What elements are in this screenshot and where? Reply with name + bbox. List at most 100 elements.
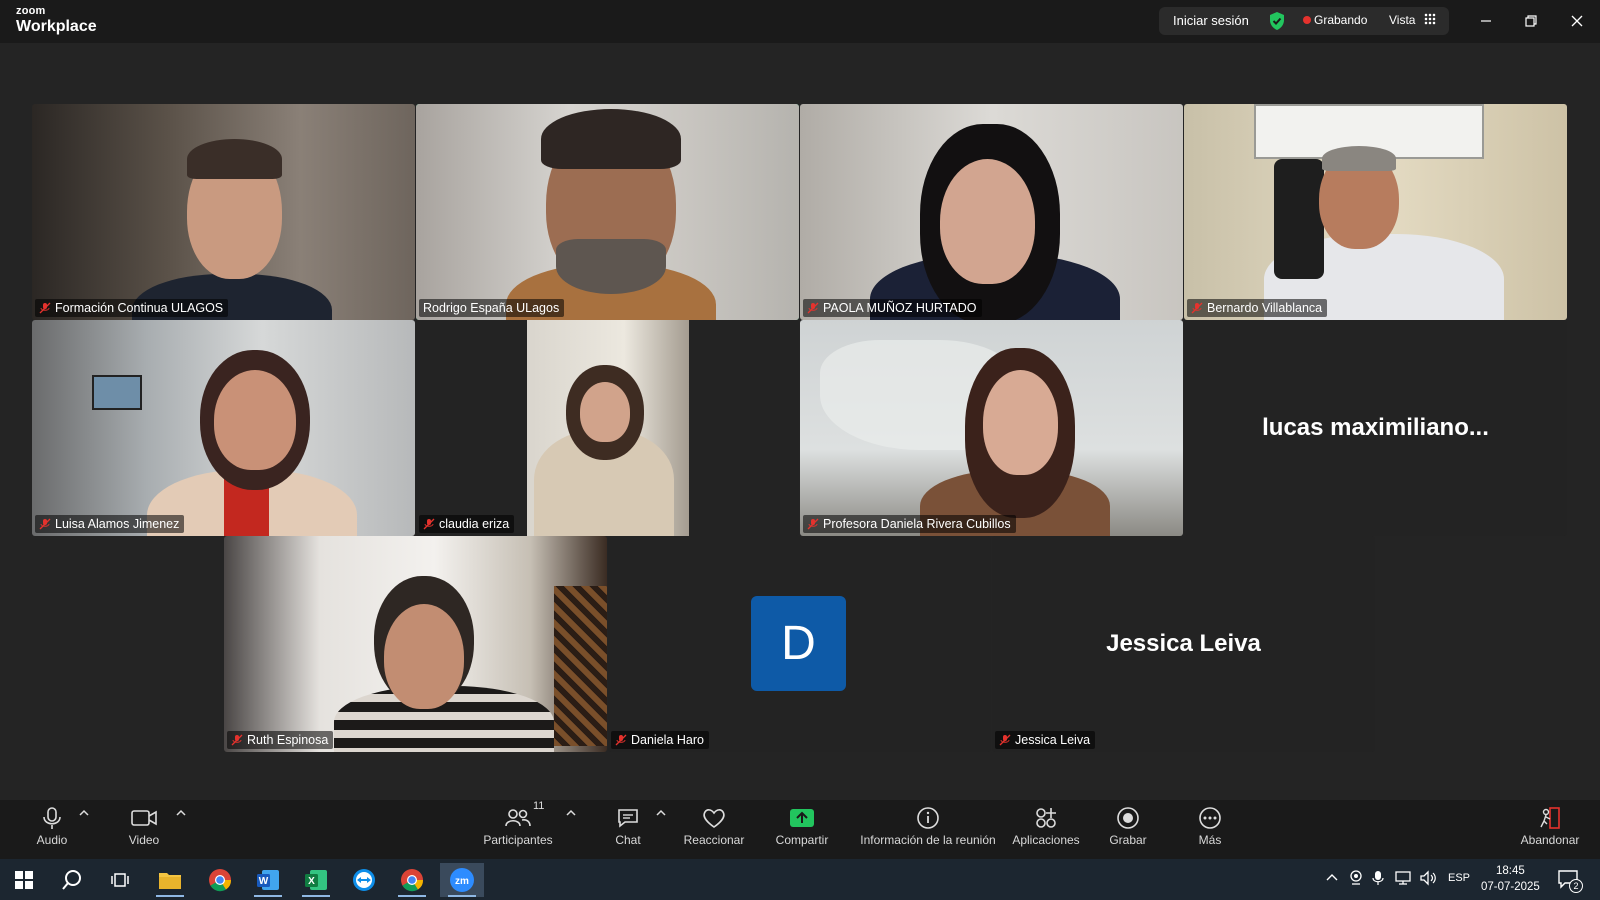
participant-name: claudia eriza [439, 517, 510, 531]
chevron-up-icon[interactable] [565, 808, 577, 818]
restore-icon[interactable] [1518, 8, 1544, 34]
svg-text:zm: zm [455, 876, 469, 887]
teamviewer-icon[interactable] [342, 863, 386, 897]
muted-mic-icon [1191, 302, 1203, 314]
participant-name: Rodrigo España ULagos [423, 301, 560, 315]
participant-name: PAOLA MUÑOZ HURTADO [823, 301, 977, 315]
record-icon [1117, 807, 1139, 829]
apps-button[interactable]: Aplicaciones [1010, 806, 1082, 847]
participants-count: 11 [533, 800, 545, 812]
participant-name: Bernardo Villablanca [1207, 301, 1323, 315]
recording-indicator[interactable]: Grabando [1314, 13, 1367, 27]
video-camera-icon [131, 810, 157, 826]
video-tile-ruth[interactable]: Ruth Espinosa [224, 536, 607, 752]
react-button[interactable]: Reaccionar [682, 806, 746, 847]
chat-icon [618, 809, 638, 828]
word-icon[interactable]: W [246, 863, 290, 897]
avatar: D [751, 596, 846, 691]
tapestry [554, 586, 607, 746]
shield-check-icon[interactable] [1268, 11, 1286, 36]
participant-name: Jessica Leiva [1015, 733, 1091, 747]
video-tile-bernardo[interactable]: Bernardo Villablanca [1184, 104, 1567, 320]
video-tile-jessica[interactable]: Jessica Leiva Jessica Leiva [992, 536, 1375, 752]
svg-text:W: W [259, 876, 269, 887]
svg-text:X: X [308, 876, 315, 887]
video-button[interactable]: Video [122, 806, 166, 847]
participant-name-tag: Luisa Alamos Jimenez [35, 515, 185, 533]
sign-in-button[interactable]: Iniciar sesión [1173, 13, 1249, 28]
participant-name: Luisa Alamos Jimenez [55, 517, 180, 531]
share-label: Compartir [775, 833, 829, 847]
leave-button[interactable]: Abandonar [1518, 806, 1582, 847]
participant-name: Daniela Haro [631, 733, 704, 747]
participant-name: Profesora Daniela Rivera Cubillos [823, 517, 1011, 531]
windows-taskbar: W X zm ESP 18:45 07-07-2025 2 [0, 859, 1600, 900]
video-tile-claudia[interactable]: claudia eriza [416, 320, 799, 536]
share-button[interactable]: Compartir [772, 806, 832, 847]
chevron-up-icon[interactable] [655, 808, 667, 818]
record-label: Grabar [1109, 833, 1147, 847]
zoom-logo: zoom Workplace [16, 6, 97, 35]
system-clock[interactable]: 18:45 07-07-2025 [1481, 863, 1540, 895]
audio-button[interactable]: Audio [30, 806, 74, 847]
more-label: Más [1198, 833, 1222, 847]
participant-name-tag: Profesora Daniela Rivera Cubillos [803, 515, 1016, 533]
excel-icon[interactable]: X [294, 863, 338, 897]
chevron-up-icon[interactable] [1325, 871, 1339, 890]
video-tile-formacion[interactable]: Formación Continua ULAGOS [32, 104, 415, 320]
grid-view-icon[interactable] [1424, 13, 1436, 25]
chevron-up-icon[interactable] [175, 808, 187, 818]
chevron-up-icon[interactable] [78, 808, 90, 818]
view-button[interactable]: Vista [1389, 13, 1415, 27]
muted-mic-icon [231, 734, 243, 746]
video-label: Video [128, 833, 160, 847]
search-icon[interactable] [50, 863, 94, 897]
logo-zoom-text: zoom [16, 5, 46, 17]
microphone-in-use-icon[interactable] [1372, 870, 1384, 891]
muted-mic-icon [807, 302, 819, 314]
camera-in-use-icon[interactable] [1349, 870, 1363, 891]
windows-start-icon[interactable] [2, 863, 46, 897]
participant-name-tag: PAOLA MUÑOZ HURTADO [803, 299, 982, 317]
meeting-toolbar: Audio Video Participantes 11 Chat Reacci… [0, 800, 1600, 859]
more-button[interactable]: Más [1190, 806, 1230, 847]
file-explorer-icon[interactable] [148, 863, 192, 897]
video-tile-daniela-haro[interactable]: D Daniela Haro [608, 536, 991, 752]
muted-mic-icon [999, 734, 1011, 746]
apps-label: Aplicaciones [1012, 833, 1080, 847]
video-tile-lucas[interactable]: lucas maximiliano... [1184, 320, 1567, 536]
muted-mic-icon [615, 734, 627, 746]
network-icon[interactable] [1394, 871, 1412, 890]
react-label: Reaccionar [683, 833, 745, 847]
zoom-app-icon[interactable]: zm [440, 863, 484, 897]
meeting-info-button[interactable]: Información de la reunión [858, 806, 998, 847]
task-view-icon[interactable] [98, 863, 142, 897]
video-tile-daniela-rivera[interactable]: Profesora Daniela Rivera Cubillos [800, 320, 1183, 536]
participant-name-tag: claudia eriza [419, 515, 515, 533]
notification-count-badge: 2 [1569, 879, 1583, 893]
recording-dot-icon [1303, 16, 1311, 24]
muted-mic-icon [423, 518, 435, 530]
video-tile-luisa[interactable]: Luisa Alamos Jimenez [32, 320, 415, 536]
record-button[interactable]: Grabar [1108, 806, 1148, 847]
chat-button[interactable]: Chat [608, 806, 648, 847]
volume-icon[interactable] [1419, 870, 1437, 891]
participants-button[interactable]: Participantes [482, 806, 554, 847]
video-tile-paola[interactable]: PAOLA MUÑOZ HURTADO [800, 104, 1183, 320]
video-tile-rodrigo-active-speaker[interactable]: Rodrigo España ULagos [416, 104, 799, 320]
minimize-icon[interactable] [1473, 8, 1499, 34]
clock-time: 18:45 [1496, 865, 1525, 877]
share-screen-icon [790, 809, 814, 827]
logo-workplace-text: Workplace [16, 18, 97, 35]
title-bar: zoom Workplace Iniciar sesión Grabando V… [0, 0, 1600, 43]
participant-name: Formación Continua ULAGOS [55, 301, 224, 315]
language-indicator[interactable]: ESP [1448, 872, 1470, 884]
chrome-profile-icon[interactable] [390, 863, 434, 897]
chrome-icon[interactable] [198, 863, 242, 897]
participants-icon [505, 809, 531, 827]
muted-mic-icon [39, 302, 51, 314]
more-icon [1199, 807, 1221, 829]
close-icon[interactable] [1564, 8, 1590, 34]
muted-mic-icon [807, 518, 819, 530]
participants-label: Participantes [483, 833, 553, 847]
